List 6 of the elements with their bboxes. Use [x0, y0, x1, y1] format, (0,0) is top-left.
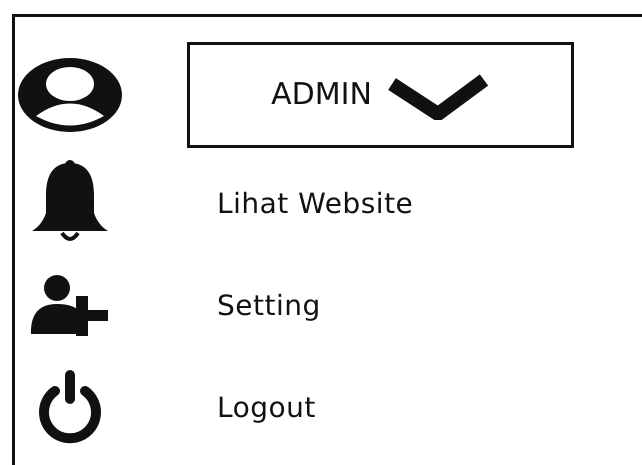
admin-dropdown-button[interactable]: ADMIN [187, 42, 574, 148]
menu-item[interactable]: Logout [217, 390, 316, 424]
add-user-icon [30, 274, 110, 336]
menu-item[interactable]: Lihat Website [217, 186, 414, 220]
menu-item[interactable]: Setting [217, 288, 321, 322]
power-icon [37, 369, 103, 445]
